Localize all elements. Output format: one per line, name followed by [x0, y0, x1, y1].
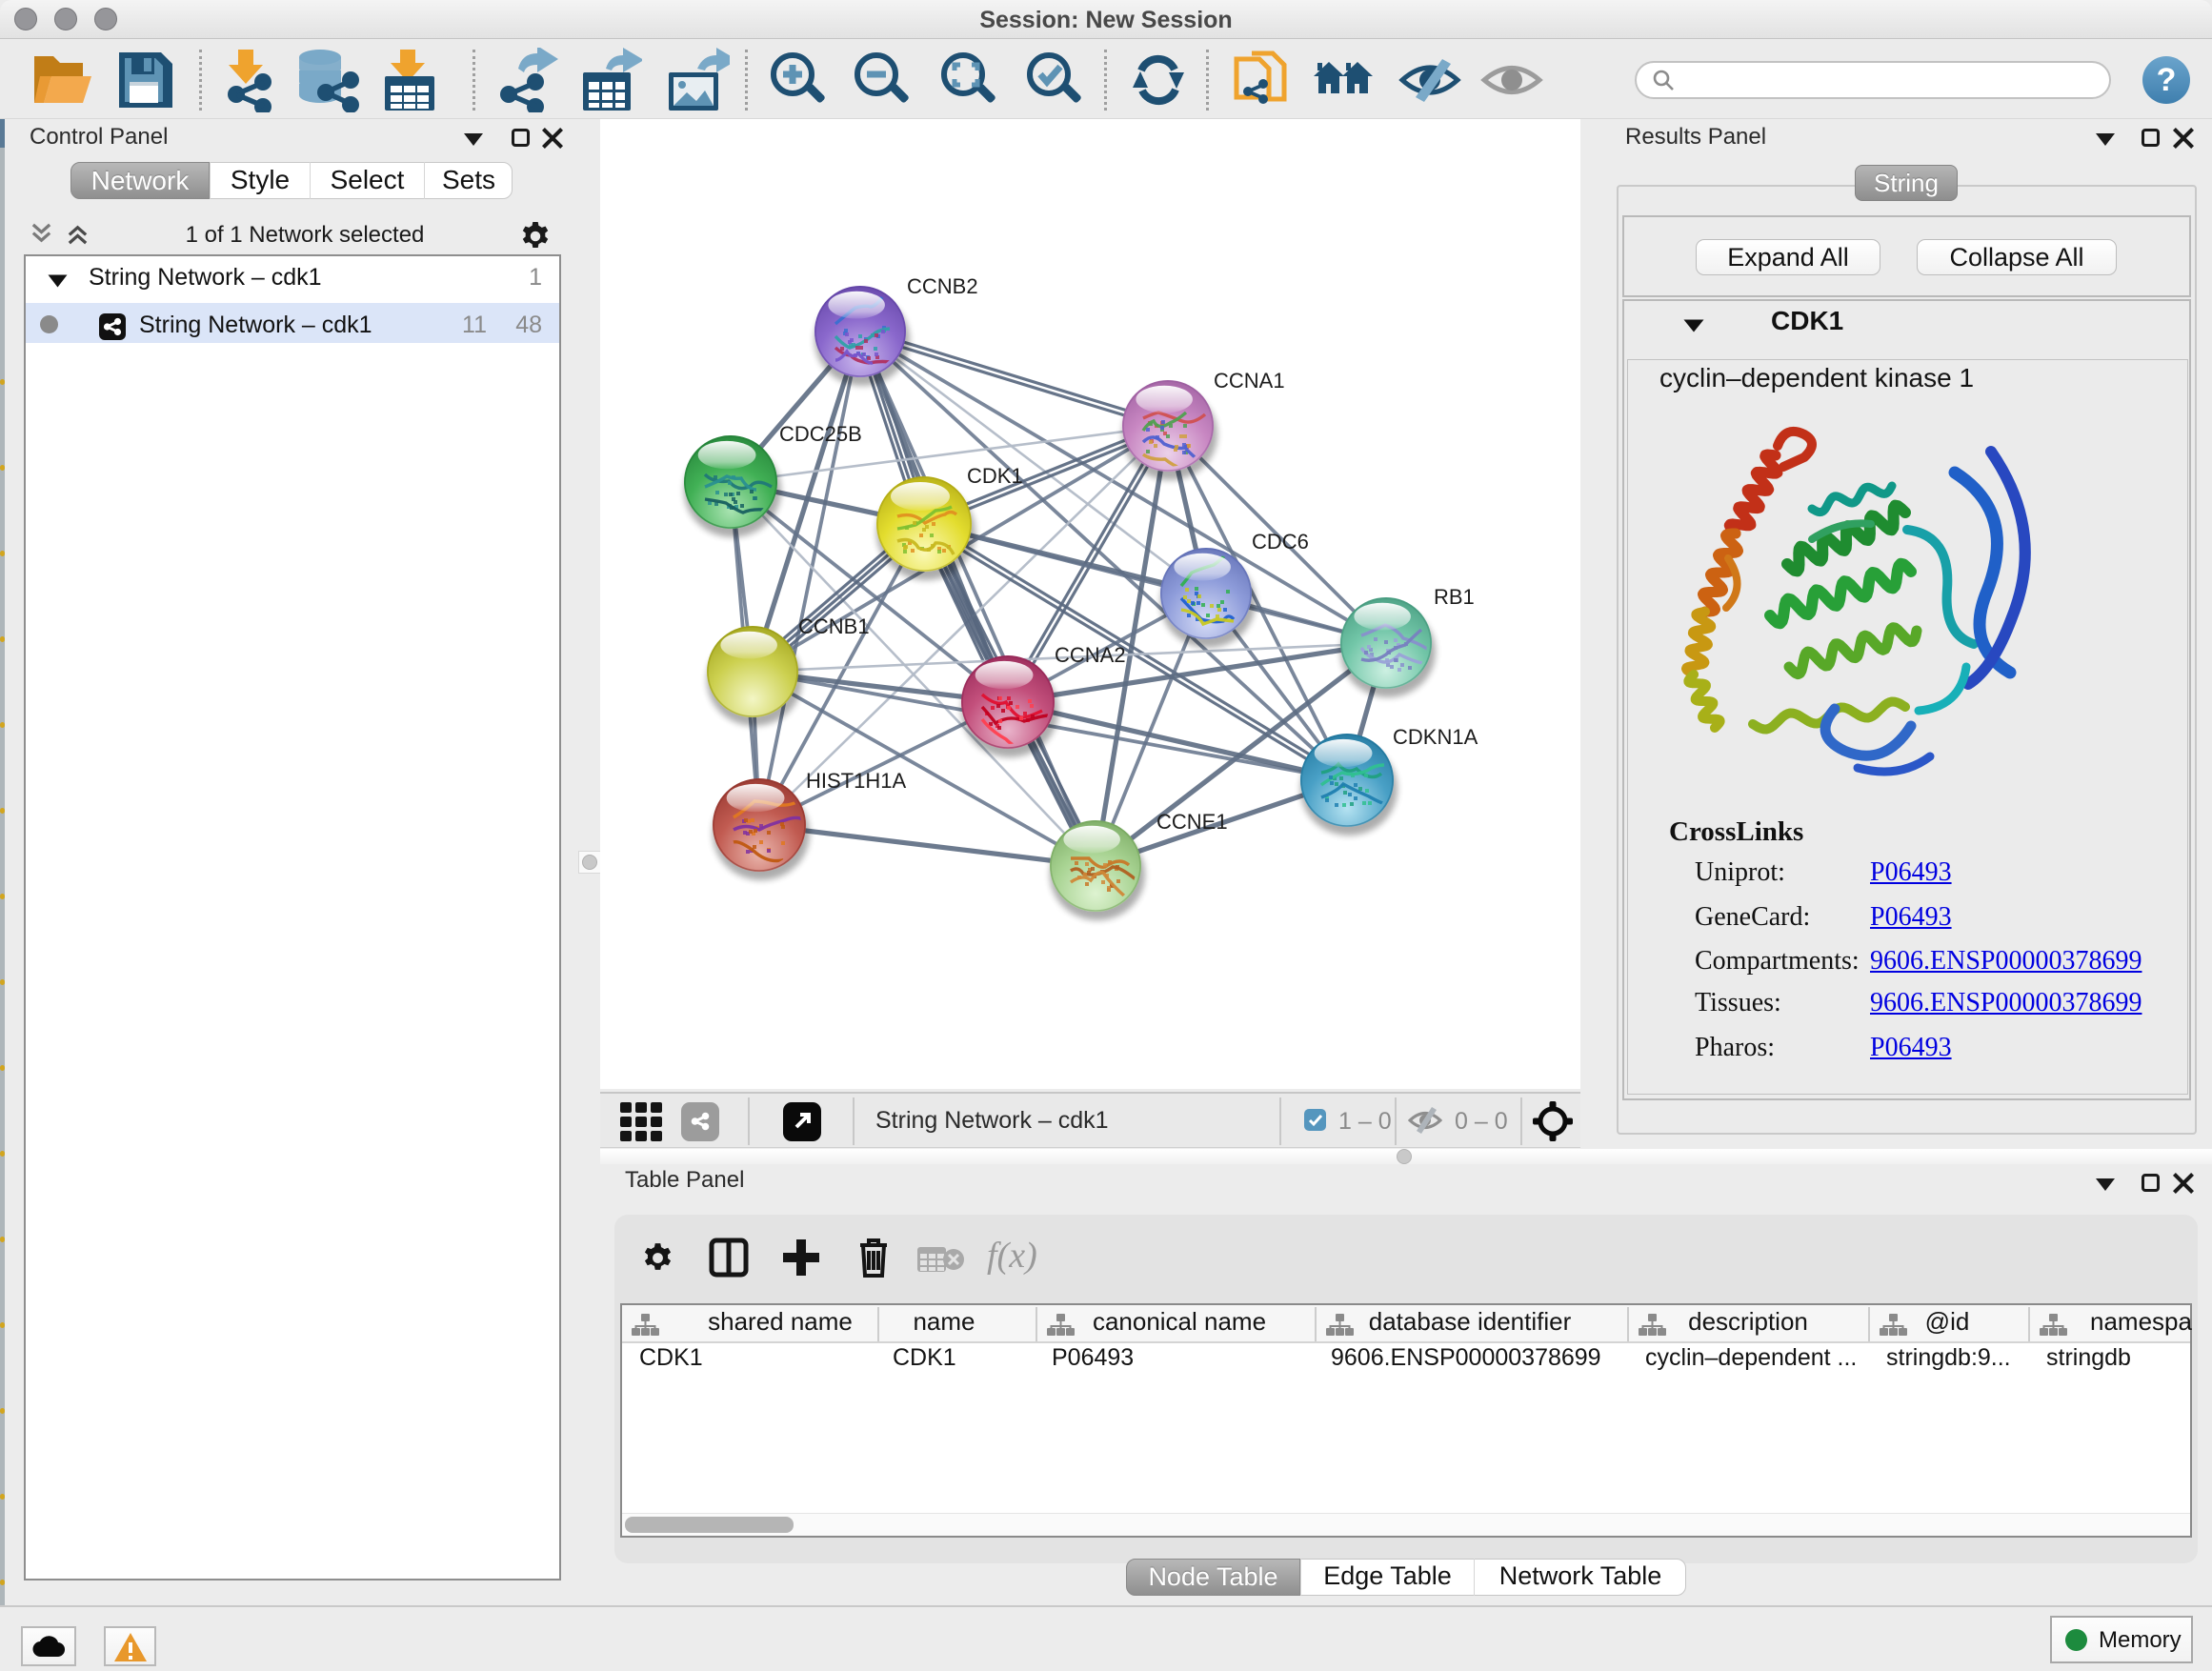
svg-text:CCNB1: CCNB1: [798, 614, 870, 638]
svg-text:CDK1: CDK1: [967, 464, 1023, 488]
svg-text:CCNB2: CCNB2: [907, 274, 978, 298]
svg-text:RB1: RB1: [1434, 585, 1475, 609]
svg-text:CDKN1A: CDKN1A: [1393, 725, 1478, 749]
svg-text:CCNE1: CCNE1: [1156, 810, 1228, 834]
svg-text:HIST1H1A: HIST1H1A: [806, 769, 906, 793]
svg-text:CDC25B: CDC25B: [779, 422, 862, 446]
svg-text:CCNA1: CCNA1: [1214, 369, 1285, 393]
svg-text:CCNA2: CCNA2: [1055, 643, 1126, 667]
svg-text:CDC6: CDC6: [1252, 530, 1309, 554]
